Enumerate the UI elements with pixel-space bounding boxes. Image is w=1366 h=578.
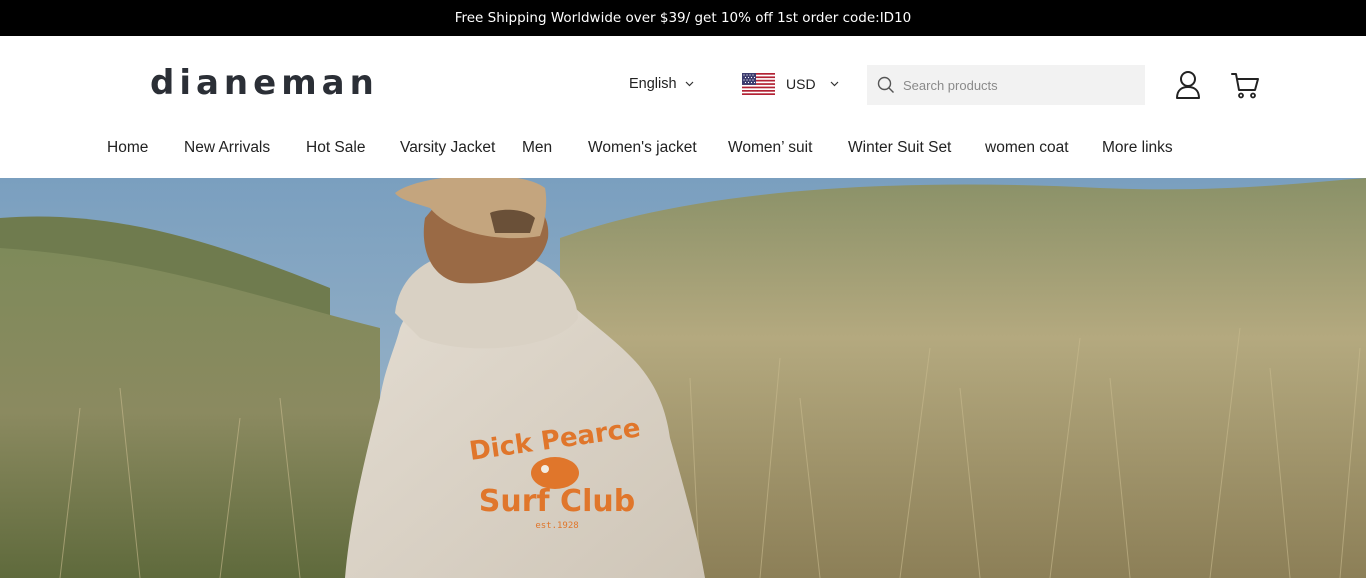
nav-item-hot-sale[interactable]: Hot Sale — [306, 139, 400, 157]
search-input[interactable] — [903, 77, 1143, 93]
language-selector[interactable]: English — [629, 76, 694, 92]
main-nav: Home New Arrivals Hot Sale Varsity Jacke… — [107, 139, 1173, 157]
cart-icon[interactable] — [1230, 70, 1260, 100]
search-box — [867, 65, 1145, 105]
chevron-down-icon — [830, 81, 838, 87]
nav-item-womens-jacket[interactable]: Women's jacket — [588, 139, 728, 157]
hero-image: Dick Pearce Surf Club est.1928 — [0, 178, 1366, 578]
user-icon[interactable] — [1174, 70, 1202, 100]
language-label: English — [629, 76, 677, 92]
chevron-down-icon — [685, 81, 693, 87]
nav-item-men[interactable]: Men — [522, 139, 588, 157]
nav-item-new-arrivals[interactable]: New Arrivals — [184, 139, 306, 157]
site-header: dianeman English USD Search products Hom… — [0, 36, 1366, 178]
announcement-text: Free Shipping Worldwide over $39/ get 10… — [454, 10, 912, 26]
hero-banner[interactable]: Dick Pearce Surf Club est.1928 — [0, 178, 1366, 578]
us-flag-icon — [742, 73, 775, 95]
nav-item-varsity-jacket[interactable]: Varsity Jacket — [400, 139, 522, 157]
nav-item-winter-suit-set[interactable]: Winter Suit Set — [848, 139, 985, 157]
nav-item-home[interactable]: Home — [107, 139, 184, 157]
search-icon[interactable] — [877, 76, 895, 94]
currency-selector[interactable]: USD — [742, 73, 839, 95]
nav-item-more-links[interactable]: More links — [1102, 139, 1173, 157]
print-line2: Surf Club — [479, 484, 635, 519]
print-line3: est.1928 — [535, 521, 578, 531]
nav-item-womens-suit[interactable]: Women’ suit — [728, 139, 848, 157]
currency-label: USD — [786, 76, 816, 92]
nav-item-women-coat[interactable]: women coat — [985, 139, 1102, 157]
announcement-bar: Free Shipping Worldwide over $39/ get 10… — [0, 0, 1366, 36]
site-logo[interactable]: dianeman — [150, 63, 379, 103]
